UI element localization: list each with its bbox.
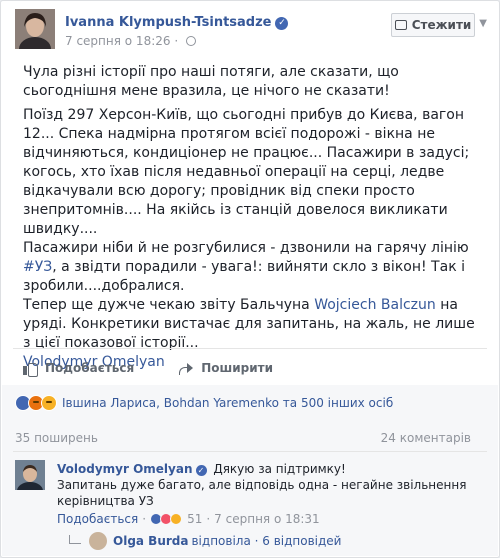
reply-avatar [89,532,107,550]
post-paragraph: Поїзд 297 Херсон-Київ, що сьогодні прибу… [23,107,470,237]
reply-author[interactable]: Olga Burda [113,534,188,548]
comment-like-button[interactable]: Подобається [57,512,138,526]
divider [13,348,487,349]
comment-author[interactable]: Volodymyr Omelyan [57,462,193,476]
follow-label: Стежити [411,18,472,32]
share-arrow-icon [178,362,194,375]
verified-badge-icon: ✓ [275,17,289,30]
comment-first-line: Дякую за підтримку! [213,462,346,476]
reply-arrow-icon [69,534,81,544]
reply-summary[interactable]: відповіла · 6 відповідей [191,534,341,548]
verified-badge-icon: ✓ [195,465,207,476]
comment-text: Запитань дуже багато, але відповідь одна… [57,478,467,508]
post-meta: 7 серпня о 18:26 · [65,34,196,48]
comment-reaction-count[interactable]: 51 [187,512,202,526]
post-timestamp[interactable]: 7 серпня о 18:26 [65,34,171,48]
replies-link[interactable]: Olga Burda відповіла · 6 відповідей [69,532,341,550]
comments-count[interactable]: 24 коментарів [381,431,471,445]
comment-body: Volodymyr Omelyan ✓ Дякую за підтримку! З… [57,461,477,509]
haha-reaction-icon [170,513,183,525]
post-card: Ivanna Klympush-Tsintsadze ✓ 7 серпня о 1… [0,0,500,558]
post-paragraph: Чула різні історії про наші потяги, але … [23,64,399,99]
hashtag-link[interactable]: #УЗ [23,259,52,275]
post-actions: Подобається Поширити [23,358,273,378]
post-paragraph: Тепер ще дужче чекаю звіту Бальчуна Wojc… [23,297,475,351]
globe-icon [185,36,196,46]
post-paragraph: Пасажири ніби й не розгубилися - дзвонил… [23,240,469,294]
divider [13,451,487,452]
author-name[interactable]: Ivanna Klympush-Tsintsadze ✓ [65,15,289,30]
counts-row: 35 поширень 24 коментарів [15,431,485,445]
post-header: Ivanna Klympush-Tsintsadze ✓ 7 серпня о 1… [15,9,487,51]
like-button[interactable]: Подобається [23,358,134,378]
chevron-down-icon[interactable]: ▼ [479,18,487,29]
reaction-names[interactable]: Івшина Лариса, Bohdan Yaremenko та 500 і… [62,396,393,410]
share-button[interactable]: Поширити [178,358,273,378]
comment-avatar[interactable] [15,460,45,490]
reactions-summary[interactable]: Івшина Лариса, Bohdan Yaremenko та 500 і… [15,395,393,411]
comment-actions: Подобається · 51 · 7 серпня о 18:31 [57,512,320,526]
follow-icon [394,20,407,30]
shares-count[interactable]: 35 поширень [15,431,98,445]
follow-button[interactable]: Стежити [391,13,475,37]
comment-time[interactable]: 7 серпня о 18:31 [214,512,320,526]
mention-link[interactable]: Wojciech Balczun [314,297,436,313]
thumbs-up-icon [23,361,38,377]
sad-reaction-icon [41,395,57,411]
post-text: Чула різні історії про наші потяги, але … [23,63,483,372]
author-avatar[interactable] [15,9,55,49]
